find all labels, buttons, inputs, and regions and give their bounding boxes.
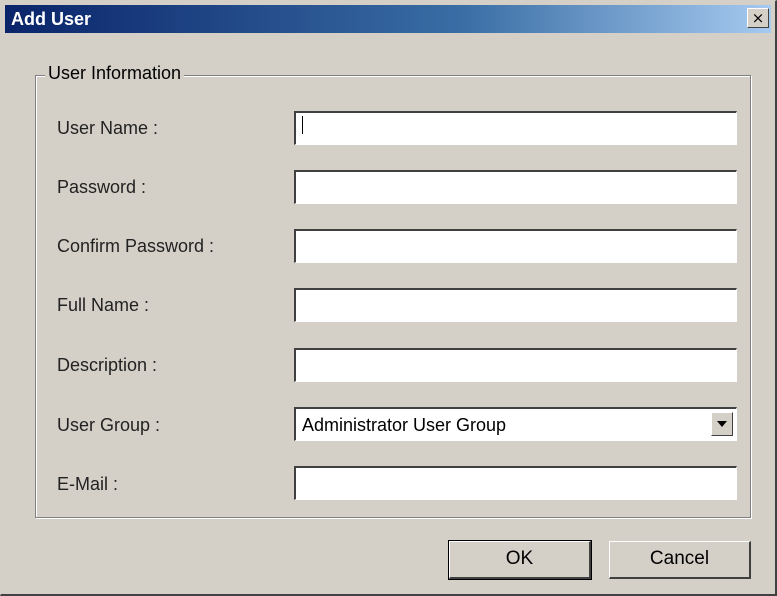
user-group-label: User Group :	[57, 415, 161, 435]
password-field[interactable]	[294, 170, 737, 204]
user-group-select[interactable]: Administrator User Group	[294, 407, 737, 441]
text-caret	[302, 116, 303, 134]
dialog-title: Add User	[11, 9, 92, 29]
confirm-password-label: Confirm Password :	[57, 236, 215, 256]
full-name-label: Full Name :	[57, 295, 150, 315]
description-label: Description :	[57, 355, 158, 375]
user-name-label: User Name :	[57, 118, 159, 138]
user-group-value: Administrator User Group	[302, 415, 507, 435]
group-legend: User Information	[45, 61, 185, 85]
email-field[interactable]	[294, 466, 737, 500]
chevron-down-icon	[717, 421, 727, 427]
description-field[interactable]	[294, 348, 737, 382]
user-name-field[interactable]	[294, 111, 737, 145]
close-button[interactable]: ×	[747, 8, 769, 28]
user-group-dropdown-button[interactable]	[711, 412, 733, 436]
email-label: E-Mail :	[57, 474, 119, 494]
close-icon: ×	[751, 9, 765, 27]
cancel-button[interactable]: Cancel	[609, 541, 751, 579]
ok-button[interactable]: OK	[448, 540, 592, 580]
add-user-dialog: Add User × User Information User Name : …	[0, 0, 777, 596]
password-label: Password :	[57, 177, 147, 197]
title-bar[interactable]: Add User ×	[5, 5, 771, 33]
confirm-password-field[interactable]	[294, 229, 737, 263]
full-name-field[interactable]	[294, 288, 737, 322]
